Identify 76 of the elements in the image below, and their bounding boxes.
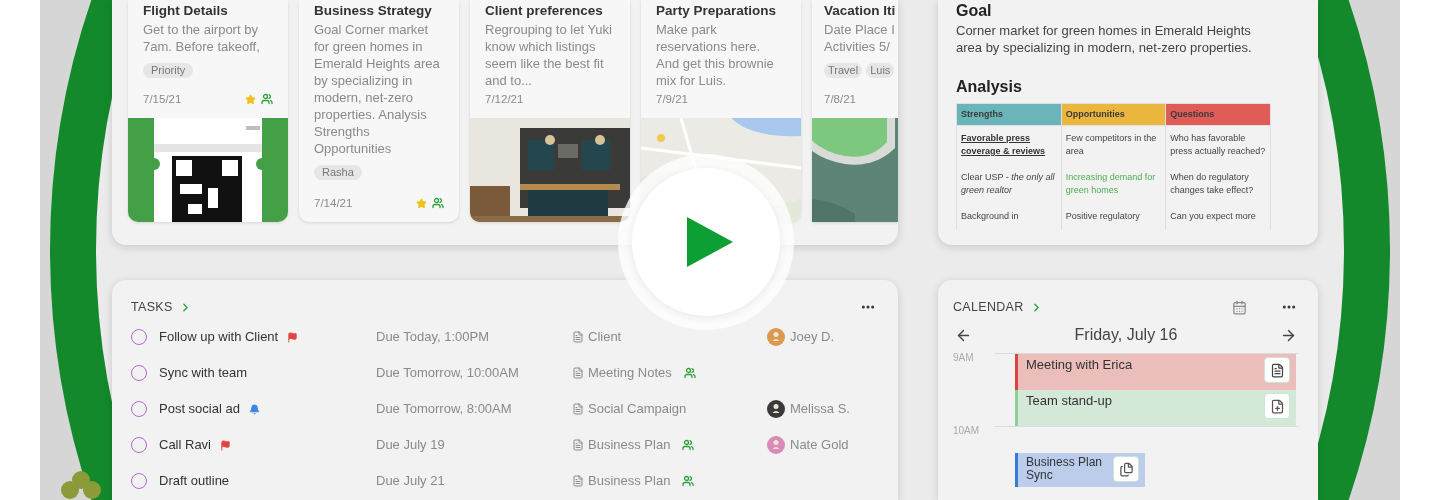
due-date: Due Tomorrow, 8:00AM — [376, 400, 513, 419]
note-icon — [572, 403, 584, 415]
note-title: Vacation Iti — [824, 2, 897, 20]
assignee-name: Joey D. — [790, 328, 835, 347]
note-date: 7/12/21 — [485, 91, 524, 107]
due-date: Due Today, 1:00PM — [376, 328, 490, 347]
time-label: 10AM — [953, 425, 981, 438]
due-date: Due July 21 — [376, 472, 446, 491]
table-cell: Background in — [956, 204, 1062, 230]
calendar-event[interactable]: Team stand-up — [1015, 390, 1296, 426]
note-date: 7/15/21 — [143, 91, 182, 107]
calendar-event[interactable]: Meeting with Erica — [1015, 354, 1296, 390]
table-header: Strengths — [956, 103, 1062, 126]
table-cell: Clear USP - the only all green realtor — [956, 165, 1062, 204]
note-button[interactable] — [1264, 357, 1290, 383]
table-cell: Who has favorable press actually reached? — [1165, 125, 1271, 165]
note-icon — [1269, 362, 1285, 378]
calendar-event[interactable]: Business Plan Sync — [1015, 453, 1145, 487]
note-card[interactable]: Flight Details Get to the airport by 7am. Before takeoff, Priority 7/15/21 — [128, 0, 288, 222]
table-cell: Favorable press coverage & reviews — [956, 125, 1062, 165]
note-title: Client preferences — [485, 2, 604, 20]
tag: Rasha — [314, 165, 362, 180]
assignee-name: Melissa S. — [790, 400, 850, 419]
table-cell: Increasing demand for green homes — [1061, 165, 1166, 204]
goal-heading: Goal — [956, 1, 993, 21]
calendar-date: Friday, July 16 — [1074, 325, 1178, 345]
plant-drawing — [58, 470, 104, 500]
notes-icon — [1118, 461, 1134, 477]
note-button[interactable] — [1264, 393, 1290, 419]
calendar-icon[interactable] — [1232, 299, 1247, 315]
task-title: Call Ravi — [159, 436, 211, 455]
event-title: Team stand-up — [1025, 392, 1113, 410]
event-title: Business Plan Sync — [1025, 454, 1104, 484]
table-cell: When do regulatory changes take effect? — [1165, 165, 1271, 204]
note-card[interactable]: Business Strategy Goal Corner market for green homes in Emerald Heights area by specializing in modern, net-zero properties. Analysis Strengths Opportunities Rasha 7/14/21 — [299, 0, 459, 222]
tag: Luis — [866, 63, 895, 78]
goal-text: Corner market for green homes in Emerald Heights area by specializing in modern, net-zero properties. — [956, 22, 1253, 56]
note-preview: Regrouping to let Yuki know which listings seem like the best fit and to... — [485, 21, 613, 89]
note-icon — [572, 475, 584, 487]
add-note-icon — [1269, 398, 1285, 414]
task-title: Draft outline — [159, 472, 230, 491]
tag: Travel — [824, 63, 863, 78]
task-title: Sync with team — [159, 364, 248, 383]
note-title: Business Strategy — [314, 2, 433, 20]
task-title: Post social ad — [159, 400, 240, 419]
section-title[interactable]: TASKS — [131, 297, 173, 317]
note-preview: Make park reservations here. And get this brownie mix for Luis. — [656, 21, 775, 89]
note-icon — [572, 439, 584, 451]
note-icon — [572, 367, 584, 379]
note-preview: Date Place I Activities 5/ — [824, 21, 896, 55]
table-header: Questions — [1165, 103, 1271, 126]
event-title: Meeting with Erica — [1025, 356, 1134, 374]
note-card[interactable]: Vacation Iti Date Place I Activities 5/ Travel Luis 7/8/21 — [812, 0, 898, 222]
table-cell: Positive regulatory — [1061, 204, 1166, 230]
note-title: Party Preparations — [656, 2, 778, 20]
section-title[interactable]: CALENDAR — [953, 297, 1024, 317]
table-header: Opportunities — [1061, 103, 1166, 126]
note-card[interactable]: Client preferences Regrouping to let Yuki know which listings seem like the best fit and to... 7/12/21 — [470, 0, 630, 222]
analysis-heading: Analysis — [956, 77, 1023, 97]
note-preview: Goal Corner market for green homes in Emerald Heights area by specializing in modern, net-zero properties. Analysis Strengths Opportunities — [314, 21, 441, 157]
time-label: 9AM — [953, 352, 975, 365]
table-cell: Can you expect more — [1165, 204, 1271, 230]
note-date: 7/14/21 — [314, 195, 353, 211]
task-title: Follow up with Client — [159, 328, 279, 347]
tag: Priority — [143, 63, 194, 78]
note-preview: Get to the airport by 7am. Before takeoff, — [143, 21, 261, 55]
due-date: Due July 19 — [376, 436, 446, 455]
note-title: Flight Details — [143, 2, 229, 20]
table-cell: Few competitors in the area — [1061, 125, 1166, 165]
note-icon — [572, 331, 584, 343]
due-date: Due Tomorrow, 10:00AM — [376, 364, 520, 383]
note-date: 7/8/21 — [824, 91, 856, 107]
note-button[interactable] — [1113, 456, 1139, 482]
play-icon — [685, 217, 735, 267]
assignee-name: Nate Gold — [790, 436, 849, 455]
note-date: 7/9/21 — [656, 91, 688, 107]
